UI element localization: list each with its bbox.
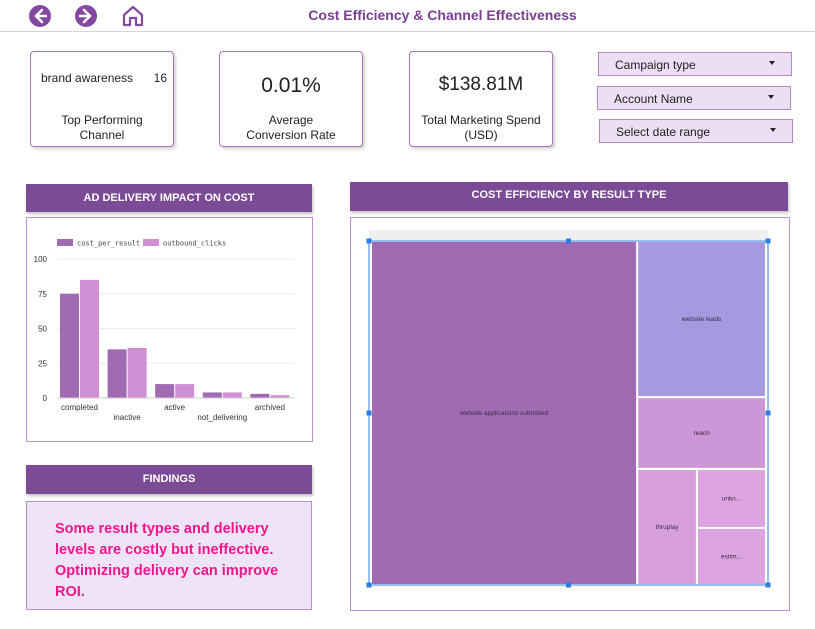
treemap-tile-label: website applications submitted bbox=[459, 410, 549, 417]
resize-handle[interactable] bbox=[366, 410, 372, 416]
x-tick-label: completed bbox=[61, 403, 98, 412]
y-tick-label: 75 bbox=[38, 290, 47, 299]
x-tick-label: active bbox=[164, 403, 185, 412]
average-conversion-label: Average Conversion Rate bbox=[246, 113, 336, 142]
resize-handle[interactable] bbox=[366, 238, 372, 244]
resize-handle[interactable] bbox=[765, 410, 771, 416]
bar[interactable] bbox=[175, 384, 195, 398]
chevron-down-icon bbox=[769, 61, 775, 65]
average-conversion-value: 0.01% bbox=[261, 74, 321, 97]
x-tick-label: not_delivering bbox=[197, 413, 247, 422]
bar[interactable] bbox=[155, 384, 175, 398]
findings-header: FINDINGS bbox=[26, 465, 312, 494]
findings-box: Some result types and delivery levels ar… bbox=[26, 501, 312, 610]
campaign-type-dropdown[interactable]: Campaign type bbox=[598, 52, 792, 76]
legend-swatch bbox=[57, 239, 73, 246]
kpi-average-conversion-card: 0.01% Average Conversion Rate bbox=[219, 51, 363, 147]
legend-swatch bbox=[143, 239, 159, 246]
ad-delivery-bar-chart[interactable]: 0 25 50 75 100 cost_per_result outbound_clicks… bbox=[27, 218, 312, 441]
y-tick-label: 25 bbox=[38, 359, 47, 368]
top-bar: Cost Efficiency & Channel Effectiveness bbox=[0, 0, 815, 32]
ad-delivery-chart-panel: 0 25 50 75 100 cost_per_result outbound_clicks… bbox=[26, 217, 313, 442]
bar[interactable] bbox=[107, 349, 127, 398]
y-tick-label: 100 bbox=[34, 255, 48, 264]
top-channel-name: brand awareness bbox=[41, 71, 134, 85]
resize-handle[interactable] bbox=[366, 582, 372, 588]
account-name-dropdown[interactable]: Account Name bbox=[597, 86, 791, 110]
y-tick-label: 0 bbox=[43, 394, 48, 403]
cost-efficiency-header: COST EFFICIENCY BY RESULT TYPE bbox=[350, 182, 788, 211]
bar[interactable] bbox=[222, 392, 242, 398]
resize-handle[interactable] bbox=[566, 582, 571, 588]
total-spend-label: Total Marketing Spend (USD) bbox=[421, 113, 541, 142]
treemap-tile-label: thruplay bbox=[656, 524, 680, 531]
kpi-top-channel-card: brand awareness 16 Top Performing Channe… bbox=[30, 51, 174, 147]
x-tick-label: archived bbox=[255, 403, 285, 412]
chevron-down-icon bbox=[770, 128, 776, 132]
treemap-tile-label: estim... bbox=[721, 553, 742, 560]
bar[interactable] bbox=[127, 347, 147, 398]
y-tick-label: 50 bbox=[38, 325, 47, 334]
treemap-tile-label: reach bbox=[693, 430, 710, 437]
x-tick-label: inactive bbox=[114, 413, 142, 422]
date-range-label: Select date range bbox=[616, 125, 711, 139]
bar[interactable] bbox=[202, 392, 222, 398]
legend-label: cost_per_result bbox=[77, 240, 140, 248]
resize-handle[interactable] bbox=[566, 238, 571, 244]
ad-delivery-header: AD DELIVERY IMPACT ON COST bbox=[26, 184, 312, 212]
legend-label: outbound_clicks bbox=[163, 240, 226, 248]
campaign-type-label: Campaign type bbox=[615, 58, 696, 72]
cost-efficiency-treemap[interactable]: website applications submitted website le… bbox=[351, 218, 789, 610]
page-title: Cost Efficiency & Channel Effectiveness bbox=[308, 7, 577, 23]
cost-efficiency-treemap-panel: website applications submitted website le… bbox=[350, 217, 790, 611]
bar[interactable] bbox=[60, 293, 79, 398]
date-range-dropdown[interactable]: Select date range bbox=[599, 119, 793, 143]
resize-handle[interactable] bbox=[765, 238, 771, 244]
treemap-tile-label: unkn... bbox=[722, 495, 742, 502]
account-name-label: Account Name bbox=[614, 92, 693, 106]
kpi-total-spend-card: $138.81M Total Marketing Spend (USD) bbox=[409, 51, 553, 147]
top-channel-label: Top Performing Channel bbox=[61, 113, 143, 142]
bar[interactable] bbox=[250, 393, 270, 398]
total-spend-value: $138.81M bbox=[438, 74, 524, 95]
findings-text: Some result types and delivery levels ar… bbox=[55, 521, 279, 600]
resize-handle[interactable] bbox=[765, 582, 771, 588]
treemap-tile-label: website leads bbox=[681, 316, 722, 323]
top-channel-count: 16 bbox=[153, 71, 167, 85]
bar[interactable] bbox=[80, 279, 99, 398]
chevron-down-icon bbox=[768, 95, 774, 99]
